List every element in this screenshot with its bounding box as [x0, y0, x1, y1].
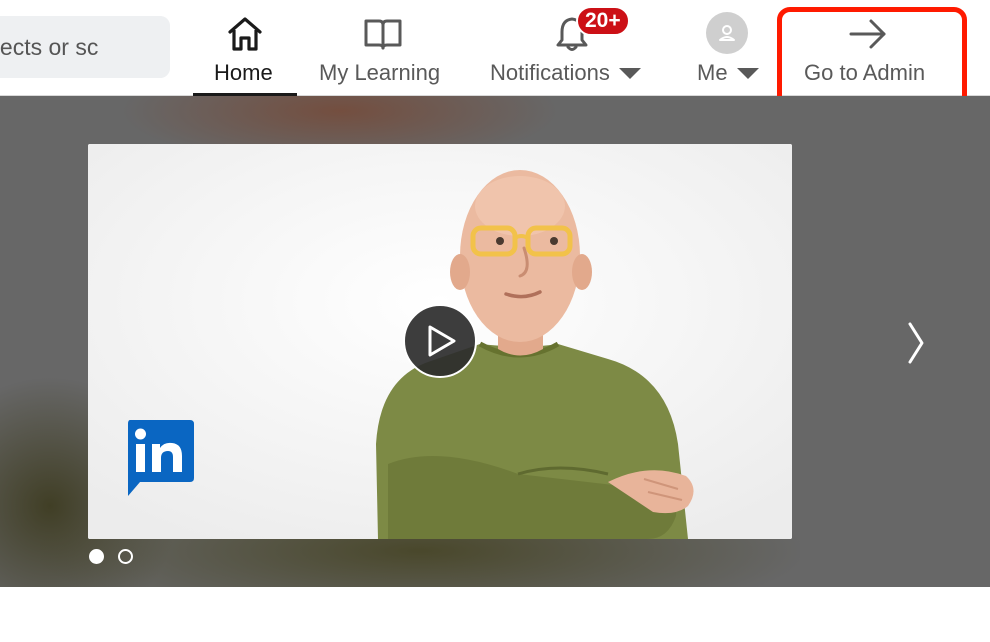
top-navigation-bar: Home My Learning Notifications 20+ Me [0, 0, 990, 96]
chevron-down-icon [736, 67, 759, 79]
chevron-down-icon [618, 67, 641, 79]
carousel-next-button[interactable] [898, 318, 934, 368]
nav-item-my-learning[interactable]: My Learning [315, 0, 451, 96]
nav-label-go-to-admin: Go to Admin [804, 60, 926, 85]
notifications-label-text: Notifications [490, 60, 610, 85]
search-box[interactable] [0, 16, 170, 78]
home-icon [225, 14, 265, 54]
avatar-icon[interactable] [706, 12, 748, 54]
book-icon [362, 14, 404, 54]
search-input[interactable] [0, 16, 170, 78]
nav-item-notifications[interactable]: Notifications [488, 0, 654, 96]
chevron-right-icon [908, 322, 924, 364]
nav-label-my-learning: My Learning [319, 60, 441, 85]
notification-count-badge: 20+ [576, 6, 630, 36]
nav-label-me: Me [697, 60, 759, 86]
nav-label-home: Home [214, 60, 273, 85]
arrow-right-icon [847, 14, 889, 54]
play-icon [428, 325, 456, 357]
featured-video-slide[interactable] [88, 144, 792, 539]
go-to-admin-button[interactable]: Go to Admin [797, 0, 939, 96]
carousel-dot-2[interactable] [118, 549, 133, 564]
nav-label-notifications: Notifications [490, 60, 641, 86]
carousel-dot-1[interactable] [89, 549, 104, 564]
nav-item-home[interactable]: Home [193, 0, 297, 96]
linkedin-logo-icon [126, 420, 194, 503]
hero-carousel [0, 96, 990, 587]
me-label-text: Me [697, 60, 728, 85]
play-button[interactable] [403, 304, 477, 378]
carousel-pagination [89, 549, 133, 564]
